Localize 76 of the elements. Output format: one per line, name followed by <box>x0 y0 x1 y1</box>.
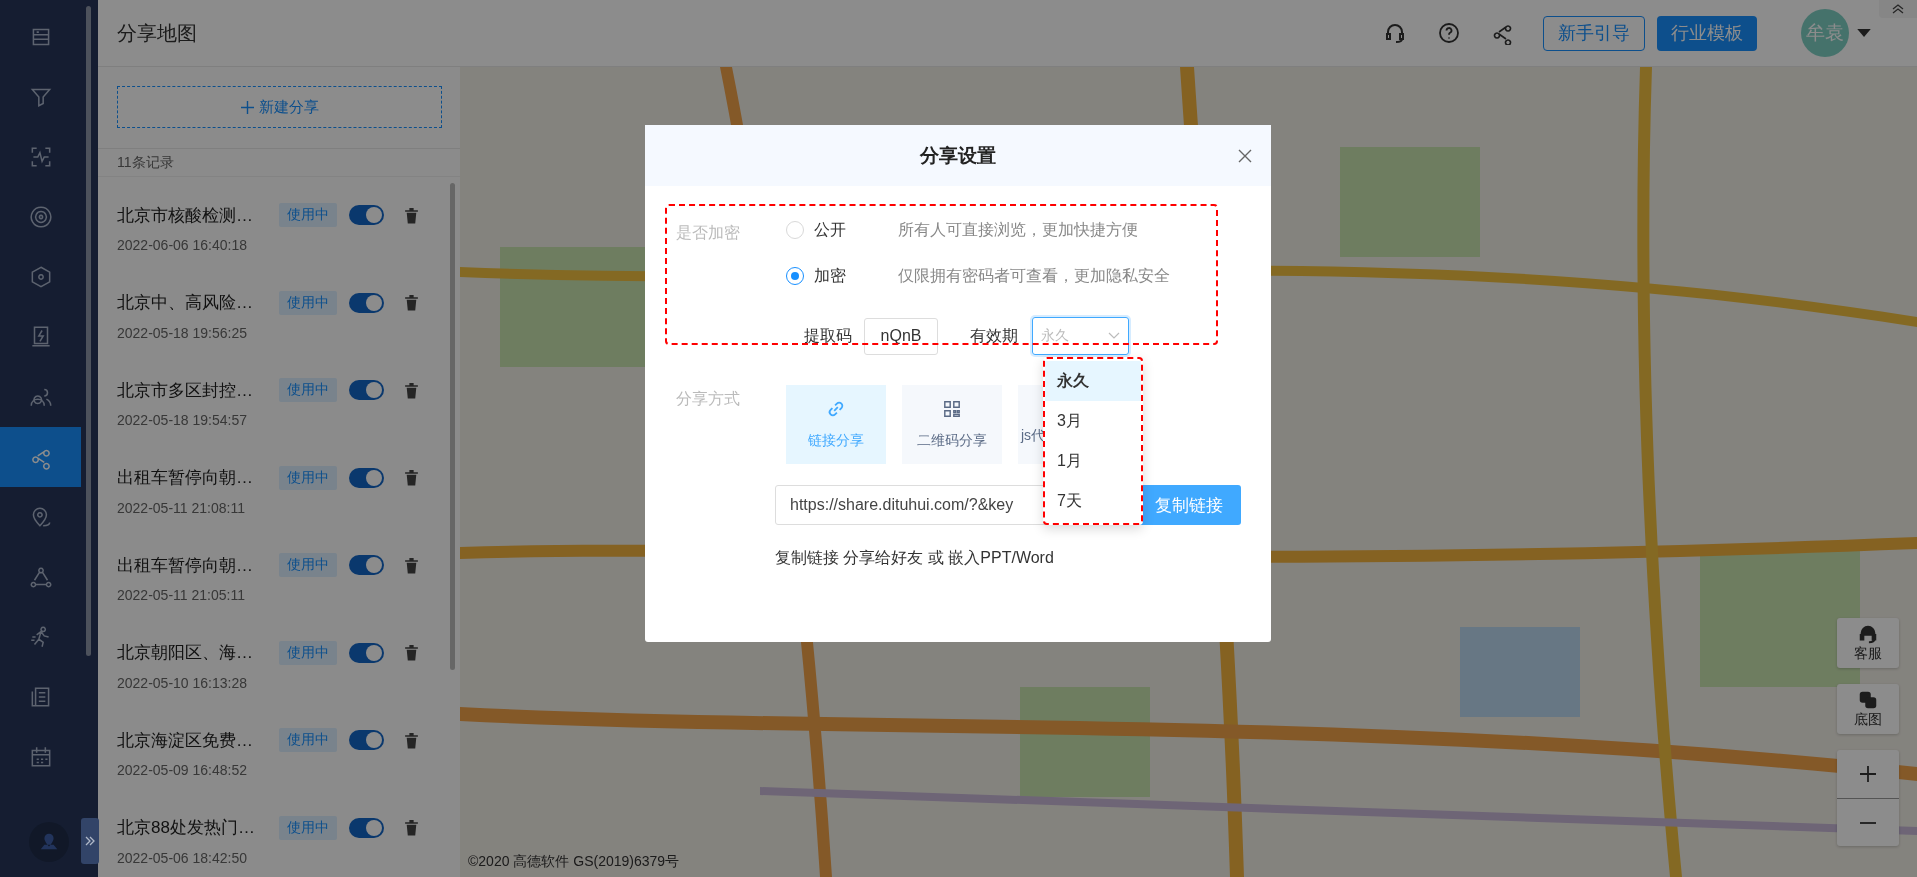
link-icon <box>827 399 845 418</box>
dropdown-option[interactable]: 永久 <box>1045 361 1141 401</box>
target-icon <box>27 204 54 230</box>
code-field[interactable]: nQnB <box>864 317 938 355</box>
plus-icon <box>1858 764 1878 784</box>
support-button[interactable]: 客服 <box>1837 618 1899 668</box>
caret-icon[interactable] <box>1857 28 1871 38</box>
toggle-switch[interactable] <box>349 292 384 313</box>
field-label: 分享方式 <box>676 389 741 409</box>
share-date: 2022-06-06 16:40:18 <box>117 237 248 253</box>
share-title[interactable]: 北京朝阳区、海… <box>117 641 267 664</box>
toggle-switch[interactable] <box>349 817 384 838</box>
chevron-icon <box>1108 332 1120 340</box>
map-copyright: ©2020 高德软件 GS(2019)6379号 <box>468 853 680 871</box>
toggle-switch[interactable] <box>349 555 384 575</box>
option-description: 仅限拥有密码者可查看，更加隐私安全 <box>898 265 1170 286</box>
status-badge: 使用中 <box>279 640 337 665</box>
close-icon[interactable] <box>1237 148 1253 164</box>
trash-icon[interactable] <box>404 644 419 661</box>
help-icon[interactable] <box>1437 21 1461 45</box>
share-title[interactable]: 北京中、高风险… <box>117 291 267 314</box>
dropdown-option[interactable]: 1月 <box>1045 441 1141 481</box>
trash-icon[interactable] <box>404 819 419 836</box>
field-label: 提取码 <box>804 325 852 346</box>
record-count: 11条记录 <box>98 149 460 177</box>
share-title[interactable]: 出租车暂停向朝… <box>117 466 267 489</box>
share-date: 2022-05-18 19:56:25 <box>117 324 248 341</box>
status-badge: 使用中 <box>279 728 337 752</box>
hint-text: 复制链接 分享给好友 或 嵌入PPT/Word <box>775 548 1055 568</box>
share-date: 2022-05-09 16:48:52 <box>117 762 248 778</box>
expand-button[interactable] <box>81 818 99 864</box>
qr-code-icon <box>943 399 961 418</box>
toggle-switch[interactable] <box>349 205 384 225</box>
toggle-switch[interactable] <box>349 642 384 663</box>
share-date: 2022-05-10 16:13:28 <box>117 674 248 691</box>
page-title: 分享地图 <box>117 20 197 46</box>
share-method-tab[interactable]: 二维码分享 <box>902 385 1002 464</box>
share-title[interactable]: 北京市核酸检测… <box>117 203 267 227</box>
logo-icon <box>29 822 69 862</box>
status-badge: 使用中 <box>279 378 337 402</box>
field-label: 是否加密 <box>676 223 741 243</box>
toggle-switch[interactable] <box>349 467 384 488</box>
trash-icon[interactable] <box>404 206 419 224</box>
basemap-button[interactable]: 底图 <box>1837 684 1899 734</box>
share-title[interactable]: 出租车暂停向朝… <box>117 553 267 577</box>
radio-label[interactable]: 公开 <box>814 219 898 241</box>
share-title[interactable]: 北京海淀区免费… <box>117 728 267 752</box>
share-title[interactable]: 北京88处发热门… <box>117 816 267 839</box>
collapse-button[interactable] <box>1879 0 1917 18</box>
status-badge: 使用中 <box>279 553 337 577</box>
share-date: 2022-05-06 18:42:50 <box>117 849 248 866</box>
share-title[interactable]: 北京市多区封控… <box>117 378 267 402</box>
status-badge: 使用中 <box>279 203 337 227</box>
plus-icon <box>240 100 254 114</box>
option-description: 所有人可直接浏览，更加快捷方便 <box>898 219 1138 240</box>
dropdown-option[interactable]: 3月 <box>1045 401 1141 441</box>
trash-icon[interactable] <box>404 469 419 486</box>
share-date: 2022-05-11 21:08:11 <box>117 499 246 516</box>
headset-icon[interactable] <box>1383 21 1407 45</box>
minus-icon <box>1860 821 1876 824</box>
status-badge: 使用中 <box>279 290 337 315</box>
status-badge: 使用中 <box>279 465 337 490</box>
field-label: 有效期 <box>970 325 1018 346</box>
double-chevron-icon <box>84 835 96 847</box>
toggle-switch[interactable] <box>349 730 384 750</box>
trash-icon[interactable] <box>404 381 419 399</box>
radio-label[interactable]: 加密 <box>814 265 898 287</box>
double-chevron-icon <box>1892 4 1904 14</box>
share-date: 2022-05-18 19:54:57 <box>117 412 248 428</box>
status-badge: 使用中 <box>279 815 337 840</box>
trash-icon[interactable] <box>404 556 419 574</box>
trash-icon[interactable] <box>404 294 419 311</box>
dialog-title: 分享设置 <box>920 143 996 168</box>
share-date: 2022-05-11 21:05:11 <box>117 587 246 603</box>
toggle-switch[interactable] <box>349 380 384 400</box>
trash-icon[interactable] <box>404 731 419 749</box>
